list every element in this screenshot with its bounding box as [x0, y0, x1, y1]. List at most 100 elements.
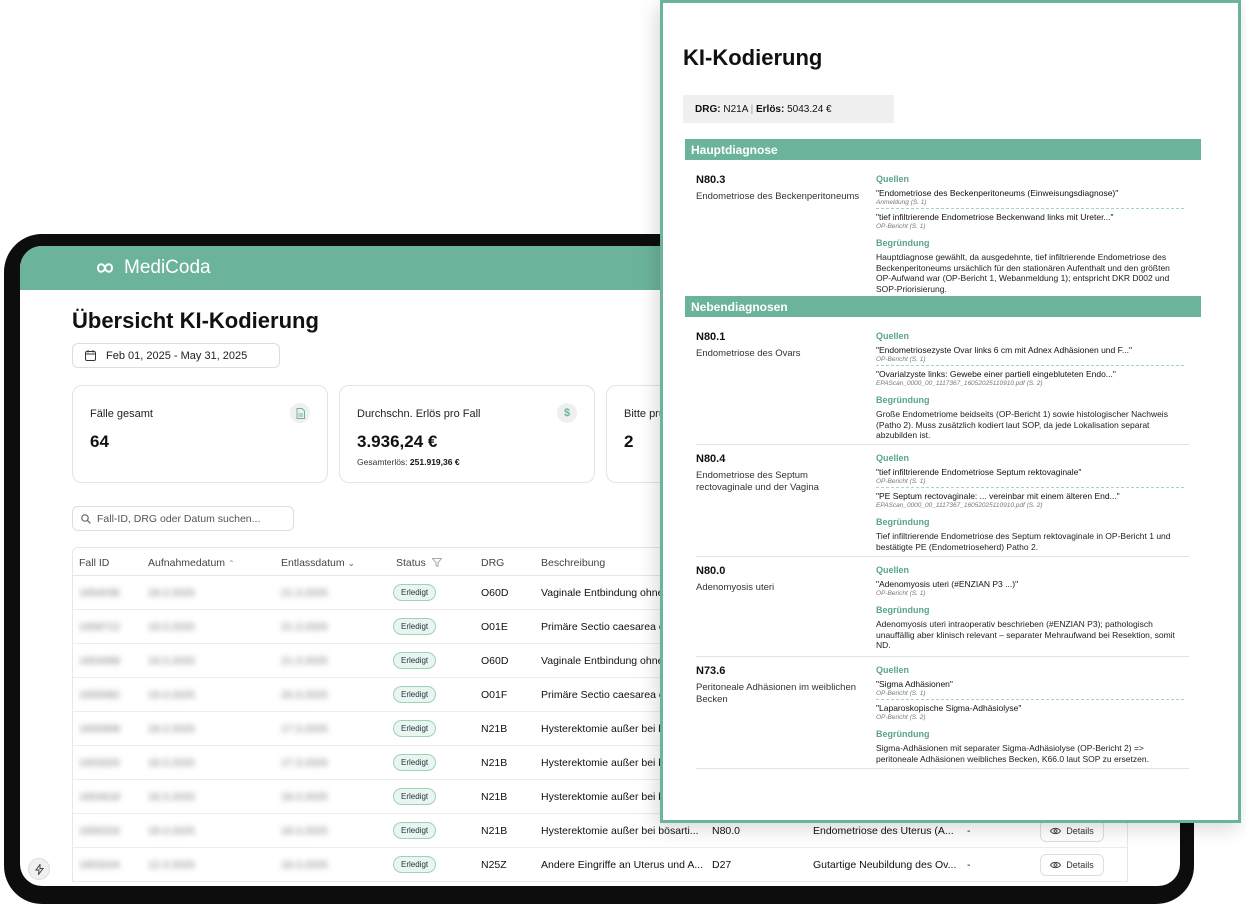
- entlass-cell: 17.3.2025: [281, 757, 328, 769]
- code-cell: N80.0: [712, 825, 741, 837]
- table-row[interactable]: 1653244 12.3.2025 18.3.2025 Erledigt N25Z And…: [72, 848, 1128, 882]
- description-cell: Hysterektomie außer bei bösarti...: [541, 825, 699, 837]
- sort-up-icon: ⌃: [227, 559, 235, 568]
- details-button[interactable]: Details: [1040, 854, 1104, 876]
- drg-cell: N21B: [481, 723, 508, 735]
- diagnosis-details: Quellen "Endometriose des Beckenperitoneu…: [876, 174, 1186, 294]
- source-quote: "Endometriosezyste Ovar links 6 cm mit A…: [876, 345, 1132, 355]
- stat-card-avg-revenue: Durchschn. Erlös pro Fall 3.936,24 € Ges…: [339, 385, 595, 483]
- ki-coding-panel: KI-Kodierung DRG: N21A | Erlös: 5043.24 …: [660, 0, 1241, 823]
- entlass-cell: 21.3.2025: [281, 655, 328, 667]
- logo-icon: [96, 263, 114, 273]
- drg-cell: O01F: [481, 689, 508, 701]
- calendar-icon: [85, 350, 96, 361]
- source-reference: OP-Bericht (S. 2): [876, 714, 926, 721]
- search-input[interactable]: Fall-ID, DRG oder Datum suchen...: [72, 506, 294, 531]
- source-item[interactable]: "tief infiltrierende Endometriose Becken…: [876, 212, 1184, 232]
- fall-id-cell: 1658712: [79, 621, 120, 633]
- search-placeholder: Fall-ID, DRG oder Datum suchen...: [97, 512, 261, 525]
- status-badge: Erledigt: [393, 754, 437, 771]
- col-aufnahmedatum[interactable]: Aufnahmedatum ⌃: [148, 557, 235, 569]
- col-entlassdatum[interactable]: Entlassdatum ⌄: [281, 557, 355, 569]
- col-beschreibung[interactable]: Beschreibung: [541, 557, 605, 569]
- reason-text: Hauptdiagnose gewählt, da ausgedehnte, t…: [876, 252, 1170, 294]
- dollar-icon: $: [557, 403, 577, 423]
- fall-id-cell: 1654068: [79, 655, 120, 667]
- status-badge: Erledigt: [393, 652, 437, 669]
- entlass-cell: 18.3.2025: [281, 825, 328, 837]
- source-item[interactable]: "Sigma Adhäsionen" OP-Bericht (S. 1): [876, 679, 1184, 700]
- source-quote: "Ovarialzyste links: Gewebe einer partie…: [876, 369, 1116, 379]
- source-item[interactable]: "Laparoskopische Sigma-Adhäsiolyse" OP-Be…: [876, 703, 1184, 723]
- search-icon: [81, 513, 91, 524]
- drg-cell: N21B: [481, 757, 508, 769]
- extra-cell: -: [967, 825, 971, 837]
- brand[interactable]: MediCoda: [94, 257, 211, 279]
- diagnosis-description: Peritoneale Adhäsionen im weiblichen Bec…: [696, 682, 857, 705]
- date-range-text: Feb 01, 2025 - May 31, 2025: [106, 349, 248, 362]
- entlass-cell: 20.3.2025: [281, 689, 328, 701]
- reason-text: Große Endometriome beidseits (OP-Bericht…: [876, 409, 1168, 440]
- aufnahme-cell: 19.3.2025: [148, 689, 195, 701]
- source-reference: OP-Bericht (S. 1): [876, 223, 926, 230]
- entlass-cell: 21.3.2025: [281, 621, 328, 633]
- entry-divider: [696, 556, 1189, 557]
- eye-icon: [1050, 827, 1062, 835]
- stat-label: Fälle gesamt: [90, 408, 153, 420]
- fall-id-cell: 1654618: [79, 791, 120, 803]
- source-reference: EPAScan_0000_00_1117367_16052025110910.p…: [876, 380, 1043, 387]
- col-status[interactable]: Status: [396, 557, 443, 569]
- diagnosis-code: N80.1: [696, 331, 726, 343]
- source-quote: "tief infiltrierende Endometriose Septum…: [876, 467, 1082, 477]
- stat-subtext: Gesamterlös: 251.919,36 €: [357, 457, 460, 467]
- source-quote: "Laparoskopische Sigma-Adhäsiolyse": [876, 703, 1022, 713]
- fall-id-cell: 1655908: [79, 723, 120, 735]
- section-side-diagnoses: Nebendiagnosen: [685, 296, 1201, 317]
- fall-id-cell: 1653325: [79, 757, 120, 769]
- reason-label: Begründung: [876, 517, 930, 527]
- diagnosis-code: N73.6: [696, 665, 726, 677]
- status-badge: Erledigt: [393, 618, 437, 635]
- diagnosis-description: Endometriose des Beckenperitoneums: [696, 191, 860, 202]
- source-item[interactable]: "Adenomyosis uteri (#ENZIAN P3 ...)" OP-B…: [876, 579, 1184, 599]
- source-quote: "tief infiltrierende Endometriose Becken…: [876, 212, 1114, 222]
- stat-value: 2: [624, 432, 634, 451]
- source-reference: OP-Bericht (S. 1): [876, 690, 926, 697]
- extra-cell: -: [967, 859, 971, 871]
- diagnosis-details: Quellen "tief infiltrierende Endometriose…: [876, 453, 1186, 552]
- source-reference: OP-Bericht (S. 1): [876, 356, 926, 363]
- diagnosis-description: Adenomyosis uteri: [696, 582, 775, 593]
- diagnosis-code: N80.3: [696, 174, 726, 186]
- drg-cell: N21B: [481, 825, 508, 837]
- col-fall-id[interactable]: Fall ID: [79, 557, 109, 569]
- sources-label: Quellen: [876, 565, 910, 575]
- entlass-cell: 21.3.2025: [281, 587, 328, 599]
- sources-label: Quellen: [876, 453, 910, 463]
- sources-label: Quellen: [876, 174, 910, 184]
- code-cell: D27: [712, 859, 732, 871]
- diagnosis-details: Quellen "Endometriosezyste Ovar links 6 c…: [876, 331, 1186, 441]
- diagnosis-description: Endometriose des Septum rectovaginale un…: [696, 470, 819, 493]
- aufnahme-cell: 18.3.2025: [148, 587, 195, 599]
- reason-text: Sigma-Adhäsionen mit separater Sigma-Adh…: [876, 743, 1149, 764]
- reason-label: Begründung: [876, 605, 930, 615]
- details-button[interactable]: Details: [1040, 820, 1104, 842]
- filter-icon[interactable]: [431, 558, 443, 568]
- status-badge: Erledigt: [393, 856, 437, 873]
- source-item[interactable]: "tief infiltrierende Endometriose Septum…: [876, 467, 1184, 488]
- date-range-picker[interactable]: Feb 01, 2025 - May 31, 2025: [72, 343, 280, 368]
- source-item[interactable]: "Endometriose des Beckenperitoneums (Ein…: [876, 188, 1184, 209]
- source-reference: EPAScan_0000_00_1117367_16052025110910.p…: [876, 502, 1043, 509]
- source-item[interactable]: "Endometriosezyste Ovar links 6 cm mit A…: [876, 345, 1184, 366]
- chevron-down-icon: ⌄: [347, 558, 356, 568]
- drg-cell: N25Z: [481, 859, 507, 871]
- details-label: Details: [1066, 826, 1094, 836]
- bolt-icon[interactable]: [28, 858, 50, 880]
- section-main-diagnosis: Hauptdiagnose: [685, 139, 1201, 160]
- source-item[interactable]: "Ovarialzyste links: Gewebe einer partie…: [876, 369, 1184, 389]
- reason-label: Begründung: [876, 238, 930, 248]
- source-quote: "PE Septum rectovaginale: ... vereinbar …: [876, 491, 1120, 501]
- col-drg[interactable]: DRG: [481, 557, 504, 569]
- source-quote: "Sigma Adhäsionen": [876, 679, 953, 689]
- source-item[interactable]: "PE Septum rectovaginale: ... vereinbar …: [876, 491, 1184, 511]
